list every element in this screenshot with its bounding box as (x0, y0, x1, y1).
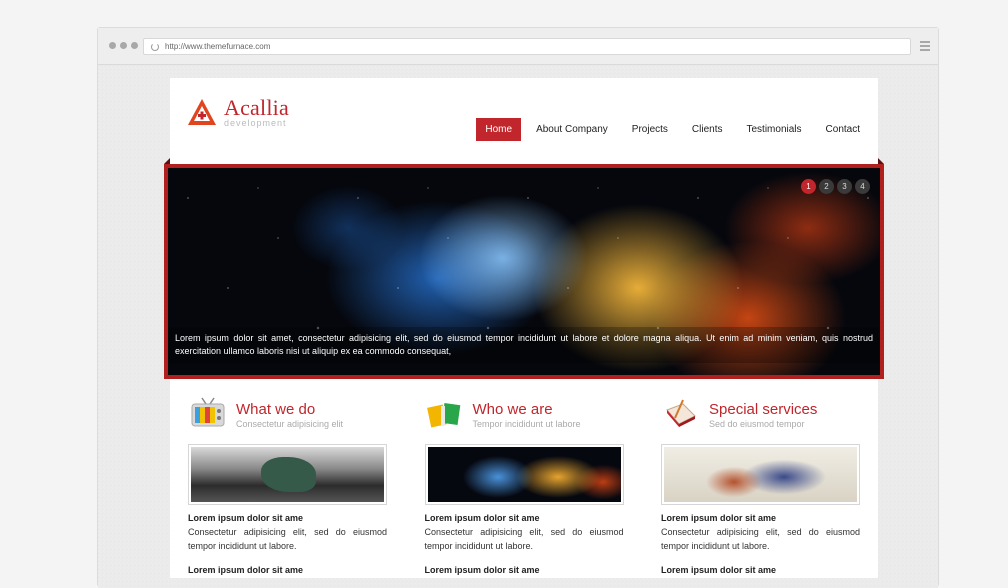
close-window-dot[interactable] (109, 42, 116, 49)
books-icon (426, 402, 460, 428)
slider-page-4[interactable]: 4 (855, 179, 870, 194)
hamburger-menu-icon[interactable] (920, 41, 930, 51)
page-viewport: Acallia development Home About Company P… (98, 66, 938, 588)
window-controls (109, 42, 138, 49)
slide-caption: Lorem ipsum dolor sit amet, consectetur … (168, 327, 880, 363)
address-bar[interactable]: http://www.themefurnace.com (143, 38, 911, 55)
slide-image[interactable]: 1 2 3 4 Lorem ipsum dolor sit amet, cons… (168, 168, 880, 375)
browser-window: http://www.themefurnace.com Acallia deve… (97, 27, 939, 588)
feature-title[interactable]: Who we are (473, 402, 581, 418)
url-text[interactable]: http://www.themefurnace.com (165, 42, 270, 51)
site-logo[interactable]: Acallia development (186, 97, 289, 129)
reload-icon[interactable] (151, 42, 159, 51)
feature-text: Consectetur adipisicing elit, sed do eiu… (424, 527, 624, 551)
main-nav: Home About Company Projects Clients Test… (470, 118, 869, 141)
features-row: What we do Consectetur adipisicing elit … (188, 396, 860, 575)
site-page: Acallia development Home About Company P… (164, 78, 884, 578)
hero-slider: 1 2 3 4 Lorem ipsum dolor sit amet, cons… (164, 158, 884, 379)
feature-subtitle: Sed do eiusmod tempor (709, 419, 805, 429)
feature-title[interactable]: Special services (709, 402, 817, 418)
feature-lead: Lorem ipsum dolor sit ame (661, 513, 777, 523)
slider-page-2[interactable]: 2 (819, 179, 834, 194)
feature-text: Consectetur adipisicing elit, sed do eiu… (661, 527, 860, 551)
browser-toolbar: http://www.themefurnace.com (98, 28, 938, 65)
slider-page-3[interactable]: 3 (837, 179, 852, 194)
nav-home[interactable]: Home (476, 118, 522, 141)
feature-subtitle: Tempor incididunt ut labore (472, 419, 581, 429)
feature-who-we-are: Who we are Tempor incididunt ut labore L… (424, 396, 624, 575)
notebook-icon (666, 399, 696, 427)
nav-projects[interactable]: Projects (623, 118, 677, 141)
nav-clients[interactable]: Clients (683, 118, 732, 141)
nav-contact[interactable]: Contact (817, 118, 869, 141)
feature-special-services: Special services Sed do eiusmod tempor L… (661, 396, 860, 575)
logo-name: Acallia (224, 95, 289, 120)
feature-thumbnail[interactable] (661, 444, 860, 505)
slider-pager: 1 2 3 4 (801, 179, 870, 194)
logo-mark-icon (188, 99, 216, 125)
nav-about-company[interactable]: About Company (527, 118, 617, 141)
feature-what-we-do: What we do Consectetur adipisicing elit … (188, 396, 387, 575)
nav-testimonials[interactable]: Testimonials (738, 118, 811, 141)
feature-thumbnail[interactable] (188, 444, 387, 505)
logo-tagline: development (224, 118, 287, 128)
slider-page-1[interactable]: 1 (801, 179, 816, 194)
feature-lead: Lorem ipsum dolor sit ame (424, 513, 540, 523)
minimize-window-dot[interactable] (120, 42, 127, 49)
maximize-window-dot[interactable] (131, 42, 138, 49)
tv-icon (191, 397, 225, 427)
feature-title[interactable]: What we do (236, 402, 343, 418)
feature-thumbnail[interactable] (424, 444, 624, 505)
feature-lead: Lorem ipsum dolor sit ame (188, 513, 304, 523)
feature-subtitle: Consectetur adipisicing elit (236, 419, 344, 429)
feature-text: Consectetur adipisicing elit, sed do eiu… (188, 527, 387, 551)
